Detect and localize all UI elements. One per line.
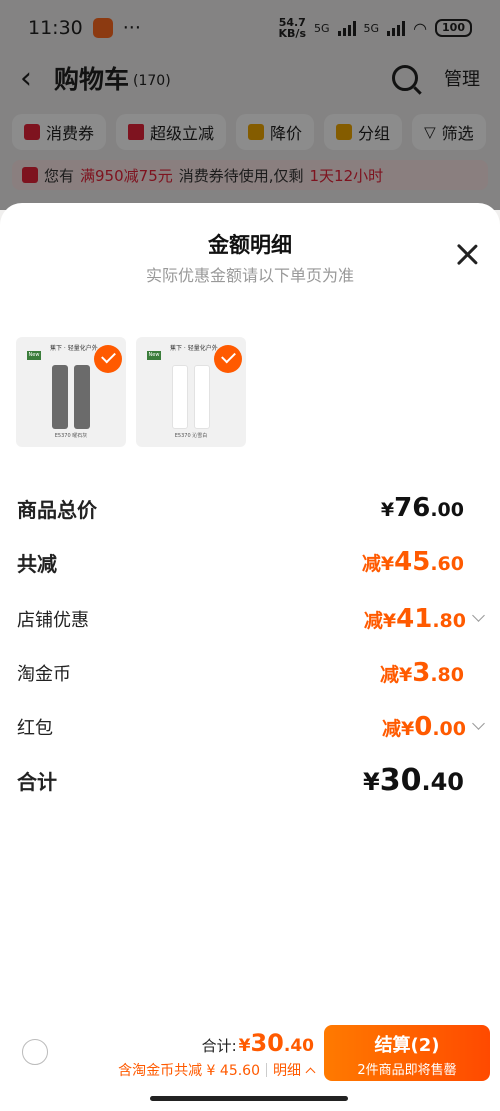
new-badge: New: [27, 351, 41, 360]
row-total-discount: 共减 减¥ 45.60: [17, 547, 464, 577]
bottom-saving-row: 含淘金币共减 ¥ 45.60 明细: [118, 1060, 316, 1080]
row-shop-discount[interactable]: 店铺优惠 减¥ 41.80: [17, 604, 485, 634]
shop-discount-value: 减¥ 41.80: [363, 604, 466, 634]
sheet-title: 金额明细: [208, 233, 292, 257]
selected-check-icon: [214, 345, 242, 373]
sleeve-image: [74, 365, 90, 429]
product-thumbnail[interactable]: 蕉下 · 轻量化户外 New E5370 沁雪白: [136, 337, 246, 447]
sleeve-image: [172, 365, 188, 429]
product-thumbnails: 蕉下 · 轻量化户外 New E5370 曜石灰 蕉下 · 轻量化户外 New …: [16, 337, 246, 447]
chevron-up-icon: [305, 1067, 316, 1077]
hongbao-value: 减¥ 0.00: [382, 712, 466, 742]
sum-value: ¥30.40: [363, 763, 464, 798]
total-discount-value: 减¥ 45.60: [361, 547, 464, 577]
checkout-bar: 合计: ¥30.40 含淘金币共减 ¥ 45.60 明细 结算(2) 2件商品即…: [0, 1021, 500, 1087]
chevron-down-icon[interactable]: [472, 716, 485, 730]
row-total-price: 商品总价 ¥76.00: [17, 493, 464, 523]
amount-detail-sheet: 金额明细 实际优惠金额请以下单页为准 蕉下 · 轻量化户外 New E5370 …: [0, 203, 500, 1021]
detail-toggle[interactable]: 明细: [273, 1060, 316, 1080]
sleeve-image: [52, 365, 68, 429]
select-all-radio[interactable]: [22, 1039, 48, 1065]
checkout-button[interactable]: 结算(2) 2件商品即将售罄: [324, 1025, 490, 1081]
home-gesture-bar[interactable]: [150, 1096, 348, 1101]
product-thumbnail[interactable]: 蕉下 · 轻量化户外 New E5370 曜石灰: [16, 337, 126, 447]
gesture-area: [0, 1087, 500, 1111]
bottom-total: 合计: ¥30.40: [201, 1029, 314, 1057]
sleeve-image: [194, 365, 210, 429]
selected-check-icon: [94, 345, 122, 373]
saving-text: 含淘金币共减 ¥ 45.60: [118, 1063, 260, 1079]
sheet-subtitle: 实际优惠金额请以下单页为准: [145, 266, 354, 285]
row-sum: 合计 ¥30.40: [17, 763, 464, 798]
close-icon[interactable]: [456, 243, 478, 265]
modal-backdrop[interactable]: [0, 0, 500, 210]
taojinbi-value: 减¥ 3.80: [380, 658, 464, 688]
row-hongbao[interactable]: 红包 减¥ 0.00: [17, 712, 485, 742]
total-price-value: ¥76.00: [380, 493, 464, 523]
chevron-down-icon[interactable]: [472, 608, 485, 622]
new-badge: New: [147, 351, 161, 360]
row-taojinbi: 淘金币 减¥ 3.80: [17, 658, 464, 688]
